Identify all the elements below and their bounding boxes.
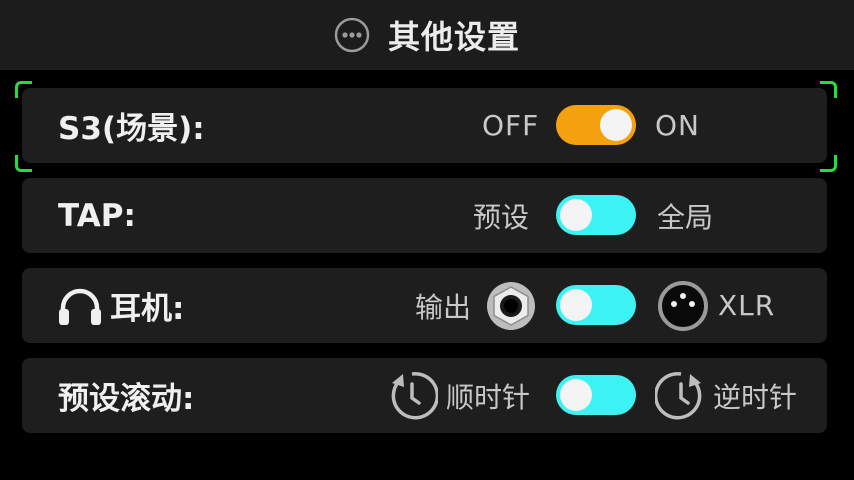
setting-label-wrap: 耳机:: [58, 268, 184, 343]
headphones-icon: [59, 288, 101, 325]
option-output-label: 输出: [415, 290, 472, 324]
jack-output-icon: [487, 282, 535, 330]
setting-label: 预设滚动:: [58, 381, 195, 417]
setting-label: 耳机:: [110, 291, 185, 327]
s3-scene-toggle[interactable]: [556, 105, 636, 145]
option-clockwise-label: 顺时针: [446, 380, 531, 414]
tap-toggle[interactable]: [556, 195, 636, 235]
option-counterclockwise-label: 逆时针: [713, 380, 798, 414]
setting-label: TAP:: [58, 197, 136, 234]
option-xlr-label: XLR: [718, 289, 776, 322]
xlr-connector-icon: [658, 281, 708, 331]
setting-row-tap[interactable]: TAP: 预设 全局: [22, 178, 827, 253]
option-off-label: OFF: [482, 109, 540, 142]
page-title: 其他设置: [387, 18, 520, 56]
toggle-knob: [560, 379, 592, 411]
option-preset-label: 预设: [473, 200, 530, 234]
more-options-icon[interactable]: [334, 17, 370, 53]
setting-label: S3(场景):: [58, 111, 205, 147]
setting-row-headphones[interactable]: 耳机: 输出 XLR: [22, 268, 827, 343]
setting-row-s3-scene[interactable]: S3(场景): OFF ON: [22, 88, 827, 163]
toggle-knob: [560, 289, 592, 321]
toggle-knob: [600, 109, 632, 141]
setting-row-preset-scroll[interactable]: 预设滚动: 顺时针 逆时针: [22, 358, 827, 433]
headphones-toggle[interactable]: [556, 285, 636, 325]
preset-scroll-toggle[interactable]: [556, 375, 636, 415]
clockwise-icon: [391, 371, 438, 420]
header-bar: 其他设置: [0, 0, 854, 70]
toggle-knob: [560, 199, 592, 231]
option-on-label: ON: [655, 109, 700, 142]
option-global-label: 全局: [657, 200, 714, 234]
counterclockwise-icon: [655, 371, 702, 420]
